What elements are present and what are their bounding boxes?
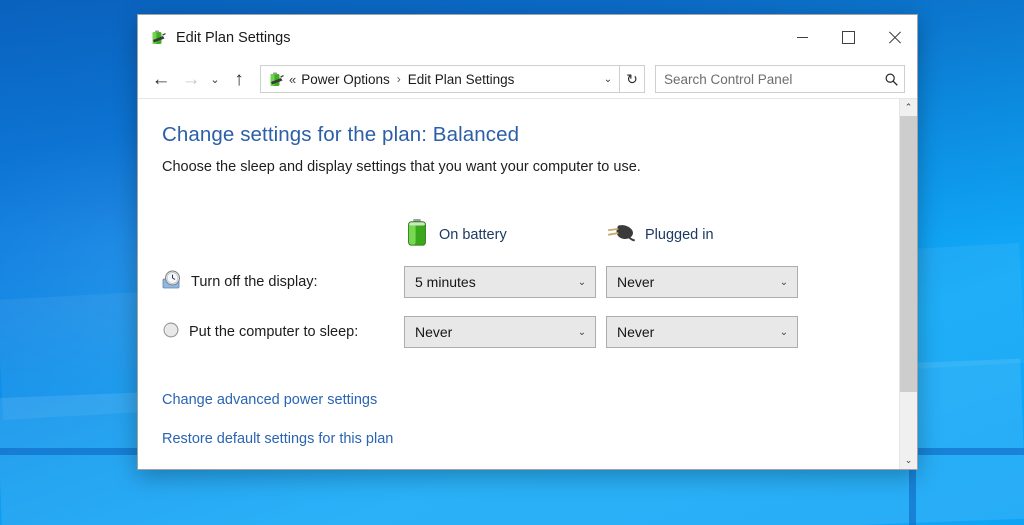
link-row-restore: Restore default settings for this plan xyxy=(162,430,899,469)
power-plug-icon xyxy=(606,222,636,248)
content-pane: Change settings for the plan: Balanced C… xyxy=(138,99,899,469)
scrollbar-track[interactable] xyxy=(900,116,917,452)
scrollbar-thumb[interactable] xyxy=(900,116,917,392)
combo-sleep-on-battery-value: Never xyxy=(415,324,453,340)
breadcrumb-separator[interactable]: › xyxy=(393,72,405,86)
cell-sleep-plugged-in: Never ⌄ xyxy=(596,307,798,357)
combo-display-plugged-in-value: Never xyxy=(617,274,655,290)
close-icon xyxy=(888,31,901,44)
refresh-button[interactable]: ↻ xyxy=(620,65,645,93)
address-bar[interactable]: « Power Options › Edit Plan Settings ⌄ xyxy=(260,65,620,93)
scroll-down-button[interactable]: ⌄ xyxy=(900,452,917,469)
address-power-plan-icon xyxy=(267,71,284,87)
search-box[interactable] xyxy=(655,65,905,93)
minimize-icon xyxy=(796,36,808,38)
power-plan-icon xyxy=(149,29,167,47)
recent-locations-button[interactable]: ⌄ xyxy=(206,65,224,93)
chevron-down-icon: ⌄ xyxy=(779,276,789,288)
header-spacer xyxy=(162,213,394,257)
link-row-advanced: Change advanced power settings xyxy=(162,391,899,430)
combo-display-on-battery[interactable]: 5 minutes ⌄ xyxy=(404,266,596,298)
title-bar[interactable]: Edit Plan Settings xyxy=(138,15,917,60)
scroll-up-button[interactable]: ⌃ xyxy=(900,99,917,116)
links-section: Change advanced power settings Restore d… xyxy=(162,391,899,469)
vertical-scrollbar[interactable]: ⌃ ⌄ xyxy=(899,99,917,469)
chevron-down-icon: ⌄ xyxy=(779,326,789,338)
maximize-icon xyxy=(841,31,855,44)
search-input[interactable] xyxy=(656,71,878,87)
setting-label-cell-sleep: Put the computer to sleep: xyxy=(162,307,394,357)
page-subtitle: Choose the sleep and display settings th… xyxy=(162,159,641,175)
minimize-button[interactable] xyxy=(779,15,825,60)
chevron-down-icon: ⌄ xyxy=(577,276,587,288)
column-header-plugged-in: Plugged in xyxy=(596,213,798,257)
back-button[interactable]: ← xyxy=(146,65,176,93)
setting-row-turn-off-display: Turn off the display: 5 minutes ⌄ Never … xyxy=(162,257,798,307)
search-icon[interactable] xyxy=(878,72,904,87)
column-header-row: On battery Plugged in xyxy=(162,213,798,257)
link-change-advanced-power-settings[interactable]: Change advanced power settings xyxy=(162,392,377,408)
power-settings-grid: On battery Plugged in Turn off the displ… xyxy=(162,213,798,357)
cell-display-on-battery: 5 minutes ⌄ xyxy=(394,257,596,307)
setting-label-cell-display: Turn off the display: xyxy=(162,257,394,307)
combo-sleep-on-battery[interactable]: Never ⌄ xyxy=(404,316,596,348)
navigation-bar: ← → ⌄ ↑ « Power Options › Edit Plan Sett… xyxy=(138,60,917,98)
edit-plan-settings-window: Edit Plan Settings ← → ⌄ ↑ « Power Optio… xyxy=(137,14,918,470)
page-title: Change settings for the plan: Balanced xyxy=(162,123,520,146)
display-clock-icon xyxy=(162,270,182,294)
forward-button[interactable]: → xyxy=(176,65,206,93)
chevron-down-icon: ⌄ xyxy=(577,326,587,338)
breadcrumb-item-power-options[interactable]: Power Options xyxy=(298,72,393,87)
setting-label-display: Turn off the display: xyxy=(191,274,318,290)
maximize-button[interactable] xyxy=(825,15,871,60)
combo-sleep-plugged-in[interactable]: Never ⌄ xyxy=(606,316,798,348)
up-button[interactable]: ↑ xyxy=(224,65,254,93)
address-dropdown-button[interactable]: ⌄ xyxy=(597,67,619,91)
window-title: Edit Plan Settings xyxy=(176,29,291,46)
breadcrumb-overflow-icon[interactable]: « xyxy=(289,72,298,87)
setting-label-sleep: Put the computer to sleep: xyxy=(189,324,359,340)
sleep-moon-icon xyxy=(162,321,180,343)
column-header-plugged-in-label: Plugged in xyxy=(645,227,714,243)
column-header-on-battery: On battery xyxy=(394,213,596,257)
setting-row-sleep: Put the computer to sleep: Never ⌄ Never… xyxy=(162,307,798,357)
close-button[interactable] xyxy=(871,15,917,60)
cell-display-plugged-in: Never ⌄ xyxy=(596,257,798,307)
combo-display-plugged-in[interactable]: Never ⌄ xyxy=(606,266,798,298)
breadcrumb: « Power Options › Edit Plan Settings xyxy=(289,72,597,87)
battery-icon xyxy=(404,218,430,252)
combo-sleep-plugged-in-value: Never xyxy=(617,324,655,340)
window-body: Change settings for the plan: Balanced C… xyxy=(138,98,917,469)
breadcrumb-item-edit-plan-settings[interactable]: Edit Plan Settings xyxy=(405,72,518,87)
cell-sleep-on-battery: Never ⌄ xyxy=(394,307,596,357)
window-controls xyxy=(779,15,917,60)
column-header-on-battery-label: On battery xyxy=(439,227,507,243)
combo-display-on-battery-value: 5 minutes xyxy=(415,274,476,290)
link-restore-default-settings[interactable]: Restore default settings for this plan xyxy=(162,431,393,447)
